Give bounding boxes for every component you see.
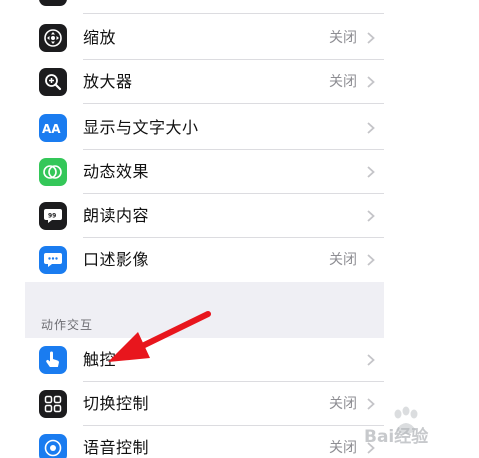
row-label: 口述影像	[83, 250, 150, 269]
row-label: 切换控制	[83, 394, 150, 413]
row-value: 关闭	[329, 440, 357, 456]
row-label: 显示与文字大小	[83, 118, 199, 137]
touch-hand-icon	[39, 346, 67, 374]
chevron-right-icon	[367, 354, 375, 366]
red-arrow-annotation	[108, 311, 211, 362]
row-spoken-content[interactable]: 99 朗读内容	[25, 194, 384, 238]
row-magnifier[interactable]: 放大器 关闭	[25, 60, 384, 104]
row-voice-control[interactable]: 语音控制 关闭	[25, 426, 384, 458]
row-motion[interactable]: 动态效果	[25, 150, 384, 194]
chevron-right-icon	[367, 122, 375, 134]
row-value: 关闭	[329, 252, 357, 268]
settings-sheet: 缩放 关闭 放大器 关闭 AA 显示与文字大小 动态效果 99 朗读内容 口述影…	[25, 0, 384, 458]
row-separator	[83, 13, 384, 14]
row-audio-descriptions[interactable]: 口述影像 关闭	[25, 238, 384, 282]
row-label: 缩放	[83, 28, 117, 47]
row-zoom[interactable]: 缩放 关闭	[25, 16, 384, 60]
row-label: 语音控制	[83, 438, 150, 457]
switch-control-icon	[39, 390, 67, 418]
row-label: 放大器	[83, 72, 133, 91]
row-separator	[83, 103, 384, 104]
row-label: 动态效果	[83, 162, 150, 181]
row-value: 关闭	[329, 74, 357, 90]
baidu-watermark: Bai经验	[362, 400, 477, 456]
voice-control-icon	[39, 434, 67, 458]
watermark-text: Bai经验	[364, 427, 429, 447]
zoom-icon	[39, 24, 67, 52]
motion-icon	[39, 158, 67, 186]
chevron-right-icon	[367, 254, 375, 266]
section-header: 动作交互	[41, 318, 94, 332]
chevron-right-icon	[367, 166, 375, 178]
magnifier-icon	[39, 68, 67, 96]
svg-text:AA: AA	[42, 122, 61, 136]
chevron-right-icon	[367, 76, 375, 88]
partial-row-icon	[39, 0, 67, 6]
row-display-text-size[interactable]: AA 显示与文字大小	[25, 106, 384, 150]
text-size-icon: AA	[39, 114, 67, 142]
chevron-right-icon	[367, 210, 375, 222]
svg-text:99: 99	[48, 213, 56, 220]
row-label: 朗读内容	[83, 206, 150, 225]
spoken-content-icon: 99	[39, 202, 67, 230]
audio-description-icon	[39, 246, 67, 274]
vision-settings-group: 缩放 关闭 放大器 关闭 AA 显示与文字大小 动态效果 99 朗读内容 口述影…	[25, 0, 384, 282]
partial-row	[25, 0, 384, 14]
row-value: 关闭	[329, 30, 357, 46]
row-value: 关闭	[329, 396, 357, 412]
row-switch-control[interactable]: 切换控制 关闭	[25, 382, 384, 426]
chevron-right-icon	[367, 32, 375, 44]
